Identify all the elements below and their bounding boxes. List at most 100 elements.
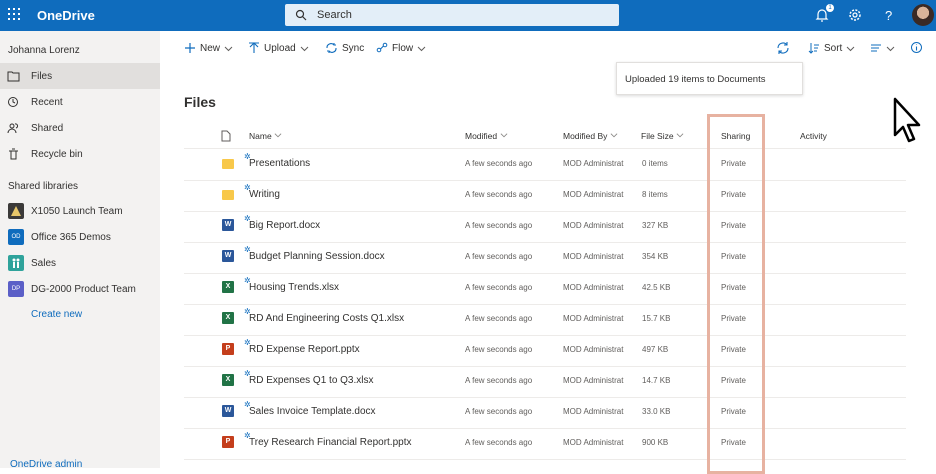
- sort-icon: [808, 43, 819, 54]
- onedrive-admin-link[interactable]: OneDrive admin: [10, 459, 82, 470]
- file-size-cell: 497 KB: [642, 345, 669, 354]
- help-icon[interactable]: ?: [880, 6, 898, 24]
- modified-by-cell: MOD Administrat: [563, 252, 624, 261]
- modified-by-cell: MOD Administrat: [563, 407, 624, 416]
- table-row[interactable]: ✲ Writing A few seconds ago MOD Administrat…: [184, 180, 906, 212]
- svg-text:?: ?: [885, 8, 892, 23]
- sync-button[interactable]: Sync: [325, 41, 364, 55]
- sidebar-item-files[interactable]: Files: [0, 63, 160, 89]
- file-name[interactable]: RD And Engineering Costs Q1.xlsx: [249, 313, 404, 324]
- file-name[interactable]: Trey Research Financial Report.pptx: [249, 437, 411, 448]
- new-button[interactable]: New: [184, 41, 233, 55]
- library-item-office365[interactable]: OD Office 365 Demos: [0, 224, 160, 250]
- search-input[interactable]: Search: [285, 4, 619, 26]
- file-size-cell: 15.7 KB: [642, 314, 671, 323]
- sort-button[interactable]: Sort: [808, 41, 855, 55]
- file-size-cell: 354 KB: [642, 252, 669, 261]
- file-name[interactable]: Sales Invoice Template.docx: [249, 406, 376, 417]
- create-new-link[interactable]: Create new: [31, 309, 82, 320]
- modified-cell: A few seconds ago: [465, 345, 533, 354]
- column-header-activity[interactable]: Activity: [800, 131, 827, 141]
- new-label: New: [200, 42, 221, 54]
- file-size-cell: 42.5 KB: [642, 283, 671, 292]
- chevron-down-icon: [846, 46, 855, 51]
- sidebar-item-label: Files: [31, 71, 53, 82]
- avatar[interactable]: [912, 4, 934, 26]
- table-row[interactable]: W ✲ Budget Planning Session.docx A few seco…: [184, 242, 906, 274]
- column-header-modified[interactable]: Modified: [465, 131, 508, 141]
- modified-by-cell: MOD Administrat: [563, 345, 624, 354]
- table-row[interactable]: ✲ Presentations A few seconds ago MOD Admin…: [184, 149, 906, 181]
- flow-button[interactable]: Flow: [376, 41, 426, 55]
- library-logo-icon: [8, 255, 24, 271]
- file-size-cell: 33.0 KB: [642, 407, 671, 416]
- table-row[interactable]: P ✲ Trey Research Financial Report.pptx A f…: [184, 428, 906, 460]
- file-name[interactable]: RD Expenses Q1 to Q3.xlsx: [249, 375, 374, 386]
- sidebar-item-shared[interactable]: Shared: [0, 115, 160, 141]
- column-header-file-size[interactable]: File Size: [641, 131, 684, 141]
- file-size-cell: 900 KB: [642, 438, 669, 447]
- modified-cell: A few seconds ago: [465, 159, 533, 168]
- user-name: Johanna Lorenz: [8, 45, 80, 56]
- file-name[interactable]: Big Report.docx: [249, 220, 320, 231]
- modified-cell: A few seconds ago: [465, 283, 533, 292]
- file-size-cell: 14.7 KB: [642, 376, 671, 385]
- excel-file-icon: X: [222, 281, 234, 293]
- gear-icon[interactable]: [846, 6, 864, 24]
- plus-icon: [185, 43, 195, 53]
- chevron-down-icon: [676, 133, 684, 138]
- table-row[interactable]: W ✲ Sales Invoice Template.docx A few secon…: [184, 397, 906, 429]
- modified-cell: A few seconds ago: [465, 438, 533, 447]
- upload-button[interactable]: Upload: [248, 41, 309, 55]
- app-launcher-icon[interactable]: [8, 8, 20, 20]
- library-item-dg2000[interactable]: DP DG-2000 Product Team: [0, 276, 160, 302]
- library-item-sales[interactable]: Sales: [0, 250, 160, 276]
- file-name[interactable]: Housing Trends.xlsx: [249, 282, 339, 293]
- upload-icon: [249, 42, 259, 53]
- upload-notification: Uploaded 19 items to Documents: [616, 62, 803, 95]
- sidebar-item-label: Shared: [31, 123, 64, 134]
- library-label: DG-2000 Product Team: [31, 284, 136, 295]
- table-row[interactable]: X ✲ RD Expenses Q1 to Q3.xlsx A few seconds…: [184, 366, 906, 398]
- table-row[interactable]: X ✲ RD And Engineering Costs Q1.xlsx A few …: [184, 304, 906, 336]
- library-label: X1050 Launch Team: [31, 206, 123, 217]
- view-options-button[interactable]: [870, 41, 895, 55]
- sort-label: Sort: [824, 42, 843, 54]
- powerpoint-file-icon: P: [222, 436, 234, 448]
- page-title: Files: [184, 94, 216, 110]
- modified-by-cell: MOD Administrat: [563, 438, 624, 447]
- file-name[interactable]: RD Expense Report.pptx: [249, 344, 360, 355]
- sidebar-item-recycle-bin[interactable]: Recycle bin: [0, 141, 160, 167]
- table-row[interactable]: P ✲ RD Expense Report.pptx A few seconds ag…: [184, 335, 906, 367]
- chevron-down-icon: [300, 46, 309, 51]
- sync-icon: [326, 43, 337, 53]
- notification-badge: 1: [826, 4, 834, 12]
- chevron-down-icon: [224, 46, 233, 51]
- modified-cell: A few seconds ago: [465, 221, 533, 230]
- file-name[interactable]: Budget Planning Session.docx: [249, 251, 385, 262]
- list-view-icon: [871, 44, 881, 52]
- modified-cell: A few seconds ago: [465, 407, 533, 416]
- column-header-modified-by[interactable]: Modified By: [563, 131, 618, 141]
- modified-cell: A few seconds ago: [465, 314, 533, 323]
- file-name[interactable]: Presentations: [249, 158, 310, 169]
- word-file-icon: W: [222, 405, 234, 417]
- word-file-icon: W: [222, 250, 234, 262]
- file-size-cell: 327 KB: [642, 221, 669, 230]
- sharing-column-highlight: [707, 114, 765, 474]
- chevron-down-icon: [886, 46, 895, 51]
- info-icon[interactable]: [910, 41, 923, 54]
- sidebar-item-recent[interactable]: Recent: [0, 89, 160, 115]
- refresh-icon[interactable]: [776, 41, 790, 55]
- column-header-name[interactable]: Name: [249, 131, 282, 141]
- folder-icon: [222, 190, 234, 200]
- chevron-down-icon: [274, 133, 282, 138]
- app-title[interactable]: OneDrive: [37, 8, 95, 23]
- chevron-down-icon: [610, 133, 618, 138]
- file-type-column-icon[interactable]: [221, 130, 231, 142]
- file-name[interactable]: Writing: [249, 189, 280, 200]
- library-item-x1050[interactable]: X1050 Launch Team: [0, 198, 160, 224]
- table-row[interactable]: W ✲ Big Report.docx A few seconds ago MOD Ad…: [184, 211, 906, 243]
- table-row[interactable]: X ✲ Housing Trends.xlsx A few seconds ago MO…: [184, 273, 906, 305]
- top-bar: OneDrive Search 1 ?: [0, 0, 936, 31]
